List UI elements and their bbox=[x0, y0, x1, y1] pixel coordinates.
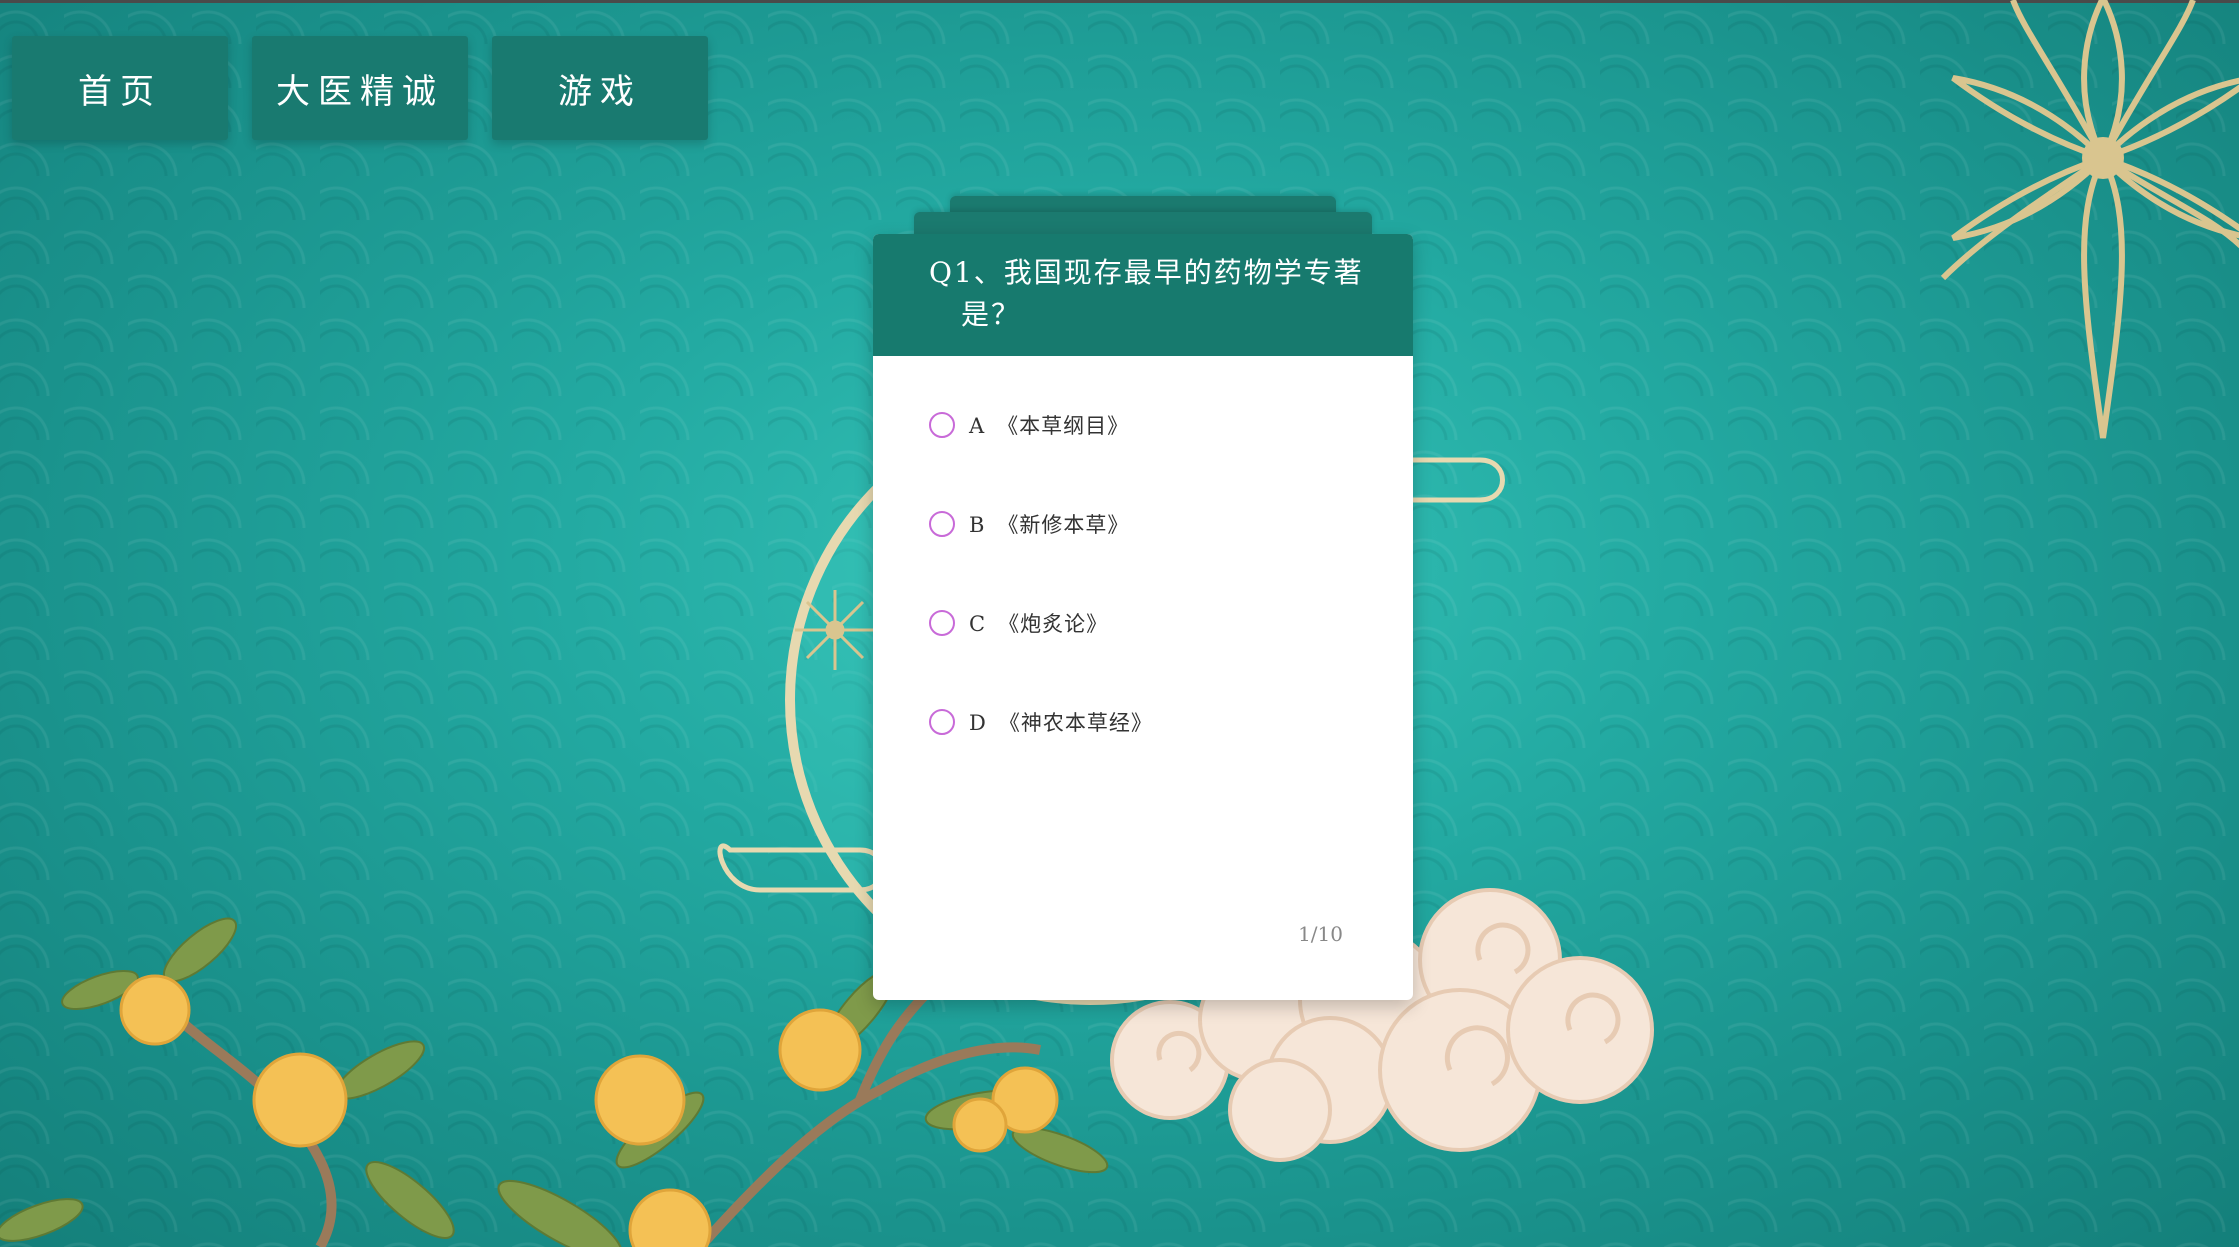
option-label: 《神农本草经》 bbox=[998, 711, 1153, 735]
nav-dayi-jingcheng-button[interactable]: 大医精诚 bbox=[252, 36, 468, 140]
option-letter: A bbox=[969, 414, 986, 438]
option-label: 《炮炙论》 bbox=[998, 612, 1109, 636]
option-label: 《本草纲目》 bbox=[997, 414, 1130, 438]
options-list: A 《本草纲目》 B 《新修本草》 C 《炮炙论》 D 《神农本草经》 bbox=[873, 356, 1413, 790]
option-b[interactable]: B 《新修本草》 bbox=[929, 493, 1413, 592]
radio-button-icon[interactable] bbox=[929, 511, 955, 537]
radio-button-icon[interactable] bbox=[929, 610, 955, 636]
option-label: 《新修本草》 bbox=[997, 513, 1130, 537]
top-nav: 首页 大医精诚 游戏 bbox=[12, 36, 708, 140]
option-d[interactable]: D 《神农本草经》 bbox=[929, 691, 1413, 790]
option-letter: D bbox=[969, 711, 987, 735]
question-progress: 1/10 bbox=[1298, 922, 1343, 946]
option-letter: B bbox=[969, 513, 986, 537]
nav-game-button[interactable]: 游戏 bbox=[492, 36, 708, 140]
option-letter: C bbox=[969, 612, 987, 636]
question-text-line1: Q1、我国现存最早的药物学专著 bbox=[929, 256, 1364, 289]
quiz-page: 首页 大医精诚 游戏 Q1、我国现存最早的药物学专著 是？ A 《本草纲目》 B 《… bbox=[0, 0, 2239, 1247]
radio-button-icon[interactable] bbox=[929, 412, 955, 438]
option-c[interactable]: C 《炮炙论》 bbox=[929, 592, 1413, 691]
question-header: Q1、我国现存最早的药物学专著 是？ bbox=[873, 234, 1413, 356]
question-text-line2: 是？ bbox=[961, 298, 1022, 331]
nav-home-button[interactable]: 首页 bbox=[12, 36, 228, 140]
gold-flower-decoration bbox=[1940, 0, 2239, 439]
quiz-card: Q1、我国现存最早的药物学专著 是？ A 《本草纲目》 B 《新修本草》 C 《炮炙论… bbox=[873, 234, 1413, 1000]
top-border bbox=[0, 0, 2239, 3]
radio-button-icon[interactable] bbox=[929, 709, 955, 735]
option-a[interactable]: A 《本草纲目》 bbox=[929, 394, 1413, 493]
